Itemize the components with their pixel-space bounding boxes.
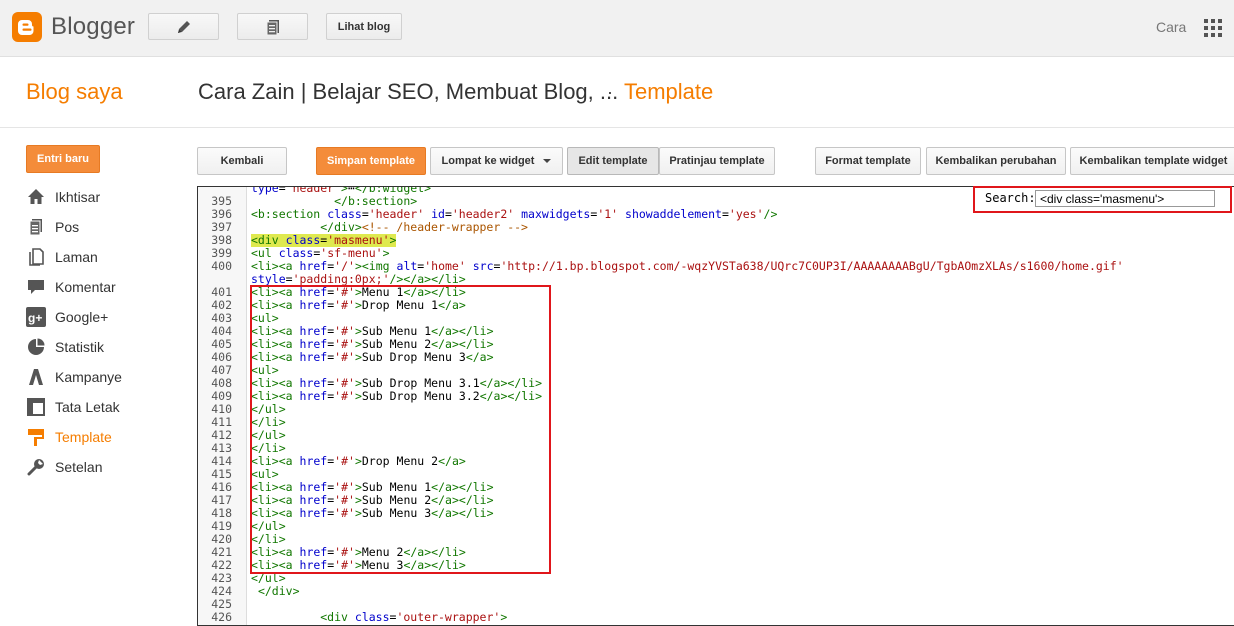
view-blog-button[interactable]: Lihat blog [326,13,402,40]
blogger-logo-icon[interactable] [12,12,42,42]
sidebar-item-label: Setelan [55,459,103,475]
code-line-text: </div> [257,584,300,598]
user-name[interactable]: Cara [1156,19,1186,35]
pencil-icon [177,20,190,33]
blog-title: Cara Zain | Belajar SEO, Membuat Blog, .… [198,79,619,104]
sidebar-item-kampanye[interactable]: Kampanye [26,362,186,392]
campaign-icon [26,367,46,387]
line-number: 400 [211,259,232,273]
jump-to-widget-dropdown[interactable]: Lompat ke widget [430,147,563,175]
top-bar: Blogger Lihat blog Cara [0,0,1234,57]
code-line-text: <div class='outer-wrapper'> [320,610,508,624]
pages-icon [26,247,46,267]
sidebar-item-label: Pos [55,219,80,235]
apps-grid-icon[interactable] [1204,19,1222,42]
sidebar-item-laman[interactable]: Laman [26,242,186,272]
sidebar-item-label: Statistik [55,339,105,355]
new-post-pencil-button[interactable] [148,13,219,40]
posts-list-button[interactable] [237,13,308,40]
revert-changes-button[interactable]: Kembalikan perubahan [926,147,1066,175]
stats-icon [26,337,46,357]
chevron-down-icon [543,159,552,163]
new-post-button[interactable]: Entri baru [26,145,100,173]
google-plus-icon: g+ [26,307,46,327]
sidebar-item-label: Template [55,429,112,445]
sidebar-item-komentar[interactable]: Komentar [26,272,186,302]
layout-icon [26,397,46,417]
line-number: 426 [211,610,232,624]
preview-template-button[interactable]: Pratinjau template [659,147,775,175]
my-blogs-link[interactable]: Blog saya [26,79,123,105]
search-panel: Search: [973,186,1232,213]
sidebar-item-label: Komentar [55,279,116,295]
sidebar-item-label: Kampanye [55,369,122,385]
restore-widget-template-button[interactable]: Kembalikan template widget [1070,147,1234,175]
sidebar-item-label: Ikhtisar [55,189,101,205]
svg-text:g+: g+ [28,311,42,325]
format-template-button[interactable]: Format template [815,147,921,175]
posts-icon [266,19,279,35]
search-input[interactable] [1035,190,1215,207]
settings-icon [26,457,46,477]
page-title: Template [624,79,714,104]
search-label: Search: [985,191,1036,205]
sidebar-item-tata-letak[interactable]: Tata Letak [26,392,186,422]
sidebar-item-template[interactable]: Template [26,422,186,452]
sidebar-item-label: Laman [55,249,98,265]
template-icon [26,427,46,447]
edit-template-button[interactable]: Edit template [567,147,659,175]
sidebar-item-statistik[interactable]: Statistik [26,332,186,362]
jump-to-widget-label: Lompat ke widget [441,155,535,167]
sidebar-item-pos[interactable]: Pos [26,212,186,242]
posts-icon [26,217,46,237]
sidebar-item-ikhtisar[interactable]: Ikhtisar [26,182,186,212]
breadcrumb-separator: · [607,82,613,102]
sidebar-item-label: Google+ [55,309,109,325]
sidebar-item-setelan[interactable]: Setelan [26,452,186,482]
header-divider [0,127,1234,128]
brand-name: Blogger [51,13,136,40]
comment-icon [26,277,46,297]
save-template-button[interactable]: Simpan template [316,147,426,175]
home-icon [26,187,46,207]
back-button[interactable]: Kembali [197,147,287,175]
annotation-highlight-box [250,285,551,574]
sidebar-item-label: Tata Letak [55,399,120,415]
sidebar-item-google-plus[interactable]: g+ Google+ [26,302,186,332]
